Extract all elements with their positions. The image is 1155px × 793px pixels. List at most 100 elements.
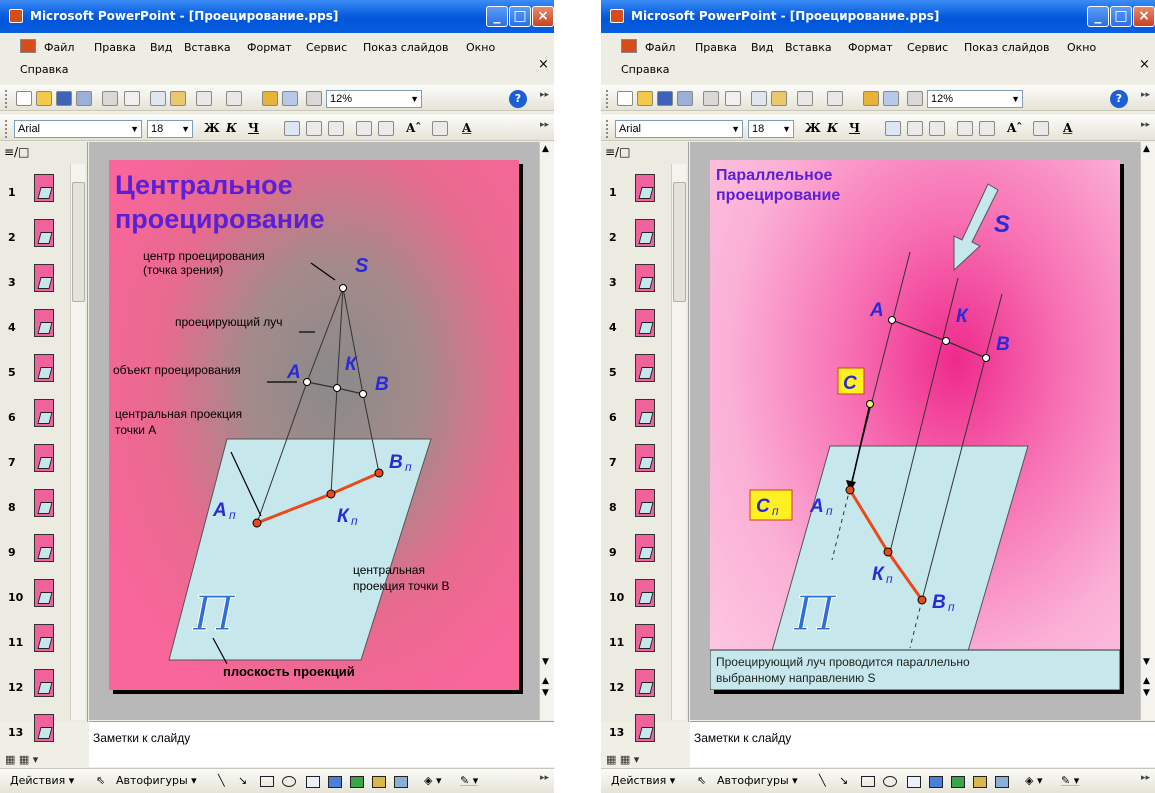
close-button[interactable]: × (532, 6, 554, 27)
line-icon[interactable]: ╲ (218, 774, 225, 787)
scroll-thumb[interactable] (72, 182, 85, 302)
align-left-icon[interactable] (284, 121, 300, 136)
autoshapes-menu[interactable]: Автофигуры ▾ (717, 774, 798, 787)
menu-window[interactable]: Окно (1067, 41, 1096, 54)
slide-thumbnail[interactable]: 5 (601, 354, 671, 398)
oval-icon[interactable] (282, 776, 296, 787)
font-color-button[interactable]: A (462, 121, 471, 135)
font-size-combo[interactable]: 18 ▼ (147, 120, 193, 138)
diagram-icon[interactable] (350, 776, 364, 788)
arrow-icon[interactable]: ↘ (839, 774, 848, 787)
document-icon[interactable] (20, 39, 36, 53)
permission-icon[interactable] (677, 91, 693, 106)
toolbar-grip[interactable] (606, 90, 609, 108)
grid-icon[interactable] (907, 91, 923, 106)
bullets-icon[interactable] (979, 121, 995, 136)
panel-tabs[interactable]: ≡/□ (605, 145, 630, 159)
textbox-icon[interactable] (907, 776, 921, 788)
undo-icon[interactable] (196, 91, 212, 106)
align-right-icon[interactable] (328, 121, 344, 136)
indent-icon[interactable] (1033, 121, 1049, 136)
slide-thumbnail[interactable]: 5 (0, 354, 70, 398)
menu-edit[interactable]: Правка (94, 41, 136, 54)
close-document-icon[interactable]: × (538, 57, 549, 72)
chart-icon[interactable] (262, 91, 278, 106)
underline-button[interactable]: Ч (248, 121, 259, 135)
clipart-icon[interactable] (372, 776, 386, 788)
scroll-up-icon[interactable]: ▲ (542, 144, 549, 154)
editor-scrollbar[interactable]: ▲ ▼ ▲ ▼ (539, 142, 554, 720)
close-button[interactable]: × (1133, 6, 1155, 27)
slide-thumbnail[interactable]: 12 (601, 669, 671, 713)
slide-canvas[interactable]: Параллельное проецирование S A К В С С п… (710, 160, 1120, 690)
menu-tools[interactable]: Сервис (907, 41, 948, 54)
slide-thumbnail[interactable]: 11 (601, 624, 671, 668)
wordart-icon[interactable] (929, 776, 943, 788)
print-icon[interactable] (703, 91, 719, 106)
zoom-combo[interactable]: 12% ▼ (326, 90, 422, 108)
slide-thumbnail[interactable]: 7 (601, 444, 671, 488)
spelling-icon[interactable] (725, 91, 741, 106)
fill-color-icon[interactable]: ◈ ▾ (424, 774, 441, 787)
oval-icon[interactable] (883, 776, 897, 787)
toolbar-options-icon[interactable]: ▸▸ (1141, 90, 1150, 100)
align-right-icon[interactable] (929, 121, 945, 136)
menu-help[interactable]: Справка (20, 63, 68, 76)
toolbar-grip[interactable] (5, 120, 8, 138)
bold-button[interactable]: Ж (805, 121, 821, 135)
slide-thumbnail[interactable]: 10 (601, 579, 671, 623)
slide-thumbnail[interactable]: 4 (601, 309, 671, 353)
italic-button[interactable]: К (226, 121, 237, 135)
bold-button[interactable]: Ж (204, 121, 220, 135)
diagram-icon[interactable] (951, 776, 965, 788)
slide-thumbnail[interactable]: 2 (0, 219, 70, 263)
slide-thumbnail[interactable]: 1 (601, 174, 671, 218)
toolbar-options-icon[interactable]: ▸▸ (540, 90, 549, 100)
menu-view[interactable]: Вид (751, 41, 773, 54)
toolbar-grip[interactable] (606, 120, 609, 138)
open-icon[interactable] (36, 91, 52, 106)
paste-icon[interactable] (170, 91, 186, 106)
slide-thumbnail[interactable]: 11 (0, 624, 70, 668)
scroll-up-icon[interactable]: ▲ (1143, 144, 1150, 154)
previous-slide-icon[interactable]: ▲ (1143, 676, 1150, 686)
slide-thumbnail[interactable]: 1 (0, 174, 70, 218)
slide-thumbnail[interactable]: 10 (0, 579, 70, 623)
slide-thumbnail[interactable]: 13 (0, 714, 70, 758)
menu-slideshow[interactable]: Показ слайдов (964, 41, 1050, 54)
menu-slideshow[interactable]: Показ слайдов (363, 41, 449, 54)
slide-thumbnail[interactable]: 9 (0, 534, 70, 578)
notes-pane[interactable]: Заметки к слайду (690, 721, 1155, 767)
italic-button[interactable]: К (827, 121, 838, 135)
menu-format[interactable]: Формат (848, 41, 893, 54)
toolbar-options-icon[interactable]: ▸▸ (1141, 120, 1150, 130)
numbering-icon[interactable] (356, 121, 372, 136)
toolbar-options-icon[interactable]: ▸▸ (1141, 773, 1150, 783)
picture-icon[interactable] (394, 776, 408, 788)
copy-icon[interactable] (150, 91, 166, 106)
rectangle-icon[interactable] (861, 776, 875, 787)
indent-icon[interactable] (432, 121, 448, 136)
line-icon[interactable]: ╲ (819, 774, 826, 787)
close-document-icon[interactable]: × (1139, 57, 1150, 72)
pointer-icon[interactable]: ⇖ (96, 774, 105, 787)
slide-thumbnail[interactable]: 4 (0, 309, 70, 353)
align-center-icon[interactable] (306, 121, 322, 136)
chart-icon[interactable] (863, 91, 879, 106)
font-name-combo[interactable]: Arial ▼ (14, 120, 142, 138)
permission-icon[interactable] (76, 91, 92, 106)
menu-format[interactable]: Формат (247, 41, 292, 54)
autoshapes-menu[interactable]: Автофигуры ▾ (116, 774, 197, 787)
arrow-icon[interactable]: ↘ (238, 774, 247, 787)
menu-insert[interactable]: Вставка (785, 41, 832, 54)
open-icon[interactable] (637, 91, 653, 106)
paste-icon[interactable] (771, 91, 787, 106)
numbering-icon[interactable] (957, 121, 973, 136)
line-color-icon[interactable]: ✎ ▾ (460, 774, 478, 787)
panel-tabs[interactable]: ≡/□ (4, 145, 29, 159)
help-icon[interactable]: ? (509, 90, 527, 108)
menu-insert[interactable]: Вставка (184, 41, 231, 54)
thumbnail-scrollbar[interactable] (671, 164, 686, 720)
copy-icon[interactable] (751, 91, 767, 106)
actions-menu[interactable]: Действия ▾ (611, 774, 675, 787)
